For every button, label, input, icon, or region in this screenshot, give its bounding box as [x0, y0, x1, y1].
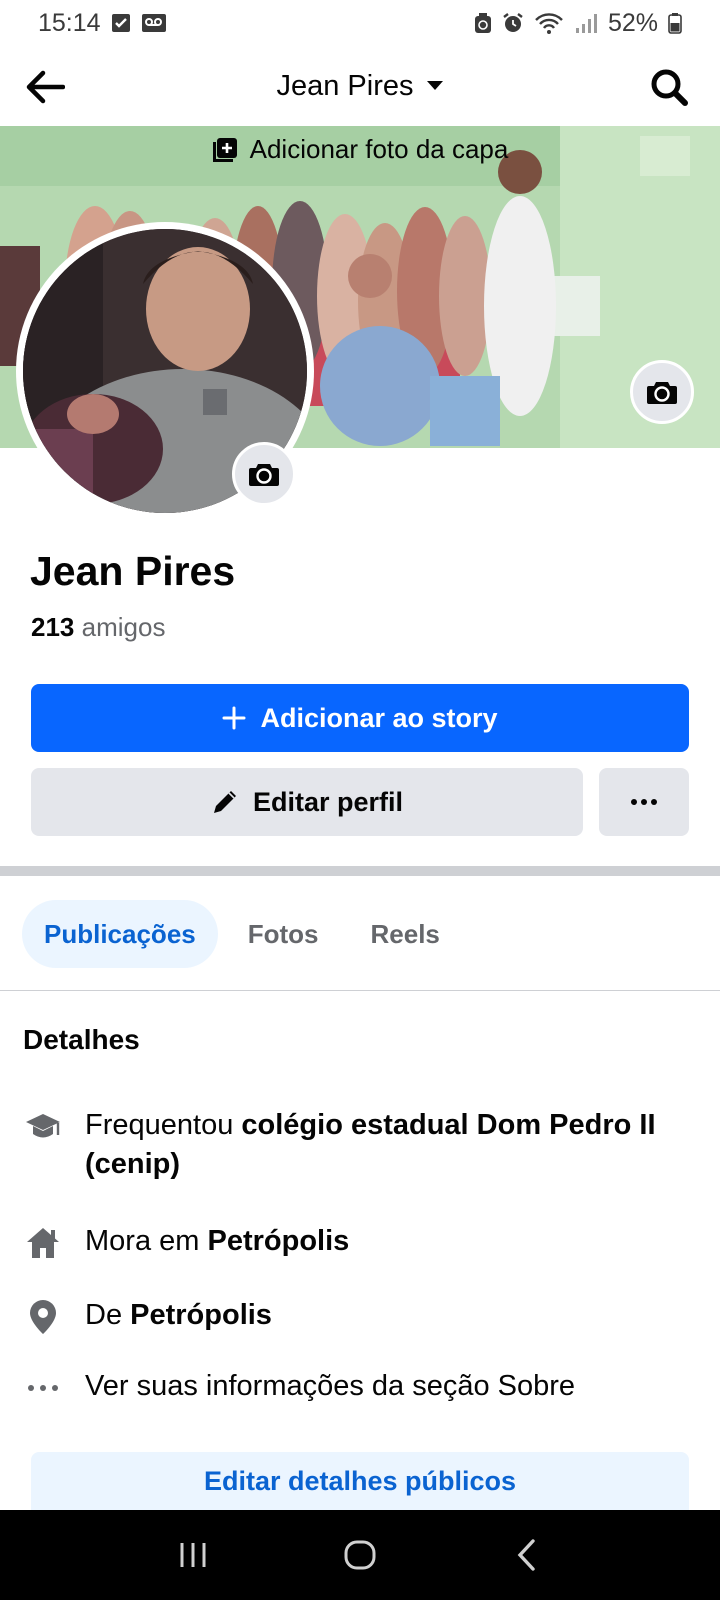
add-to-story-button[interactable]: Adicionar ao story: [31, 684, 689, 752]
detail-see-about-text: Ver suas informações da seção Sobre: [85, 1370, 576, 1402]
battery-percent: 52%: [607, 8, 658, 37]
tabs-divider: [0, 990, 720, 991]
add-to-story-label: Adicionar ao story: [260, 702, 498, 733]
edit-cover-button[interactable]: [630, 360, 694, 424]
more-dots-icon: [23, 1368, 63, 1408]
home-icon: [23, 1223, 63, 1263]
tab-publicacoes[interactable]: Publicações: [22, 900, 218, 968]
caret-down-icon: [426, 81, 443, 90]
detail-education-text: Frequentou colégio estadual Dom Pedro II…: [85, 1109, 656, 1180]
edit-profile-button[interactable]: Editar perfil: [31, 768, 583, 836]
home-button[interactable]: [330, 1525, 390, 1585]
back-button[interactable]: [22, 64, 68, 110]
system-back-button[interactable]: [497, 1525, 557, 1585]
recycle-notification-icon: [474, 12, 492, 34]
status-left: 15:14: [38, 9, 167, 38]
header-title: Jean Pires: [276, 69, 414, 102]
profile-switcher[interactable]: Jean Pires: [276, 70, 443, 103]
edit-profile-picture-button[interactable]: [232, 442, 296, 506]
more-dots-icon: [631, 799, 657, 805]
details-title: Detalhes: [23, 1024, 140, 1055]
voicemail-notification-icon: [141, 13, 167, 33]
pencil-icon: [213, 791, 236, 813]
top-header: Jean Pires: [0, 46, 720, 126]
camera-icon: [647, 382, 677, 404]
detail-from: De Petrópolis: [23, 1296, 703, 1337]
add-cover-photo[interactable]: Adicionar foto da capa: [0, 134, 720, 165]
status-right: 52%: [474, 9, 682, 38]
check-notification-icon: [111, 13, 131, 33]
graduation-cap-icon: [23, 1107, 63, 1147]
edit-profile-label: Editar perfil: [252, 786, 404, 817]
recent-apps-icon: [180, 1543, 206, 1567]
more-options-button[interactable]: [599, 768, 689, 836]
detail-lives-in: Mora em Petrópolis: [23, 1222, 703, 1263]
friends-label: amigos: [81, 612, 166, 642]
friends-count[interactable]: 213 amigos: [31, 612, 165, 643]
search-icon: [651, 69, 688, 106]
status-time: 15:14: [38, 8, 101, 37]
camera-icon: [249, 464, 279, 486]
plus-icon: [222, 706, 246, 730]
add-cover-label: Adicionar foto da capa: [249, 134, 509, 164]
arrow-left-icon: [26, 70, 65, 104]
chevron-left-icon: [517, 1539, 535, 1571]
detail-see-about[interactable]: Ver suas informações da seção Sobre: [23, 1367, 703, 1408]
signal-icon: [574, 12, 598, 34]
alarm-icon: [502, 12, 524, 34]
section-divider: [0, 866, 720, 876]
tab-fotos[interactable]: Fotos: [226, 900, 341, 968]
add-photo-icon: [212, 137, 237, 162]
system-nav-bar: [0, 1510, 720, 1600]
friends-number: 213: [31, 612, 75, 642]
detail-from-text: De Petrópolis: [85, 1299, 272, 1331]
wifi-icon: [534, 12, 564, 34]
edit-public-details-label: Editar detalhes públicos: [203, 1466, 517, 1496]
detail-education: Frequentou colégio estadual Dom Pedro II…: [23, 1106, 703, 1184]
search-button[interactable]: [646, 64, 692, 110]
battery-icon: [668, 12, 682, 34]
location-pin-icon: [23, 1297, 63, 1337]
profile-name: Jean Pires: [30, 548, 236, 594]
tab-reels[interactable]: Reels: [349, 900, 462, 968]
recent-apps-button[interactable]: [163, 1525, 223, 1585]
profile-tabs: Publicações Fotos Reels: [22, 900, 462, 968]
home-circle-icon: [344, 1540, 376, 1570]
detail-lives-in-text: Mora em Petrópolis: [85, 1225, 350, 1257]
status-bar: 15:14 52%: [0, 0, 720, 46]
